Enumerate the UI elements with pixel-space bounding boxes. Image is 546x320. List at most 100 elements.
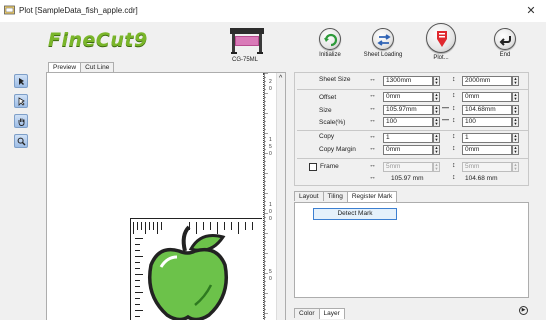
title-bar: Plot [SampleData_fish_apple.cdr] ✕ <box>0 0 546 22</box>
vertical-ruler: 2 0 1 5 0 1 0 0 5 0 <box>264 73 276 320</box>
register-tick <box>135 268 140 269</box>
return-arrow-icon <box>494 28 516 50</box>
sheet-loading-label: Sheet Loading <box>363 52 403 58</box>
register-tick <box>135 250 140 251</box>
register-tick <box>135 262 140 263</box>
sheet-size-label: Sheet Size <box>319 76 351 83</box>
horizontal-arrow-icon: ↔ <box>369 133 376 140</box>
register-tick <box>133 222 134 234</box>
vertical-arrow-icon: ↕ <box>452 133 456 140</box>
detect-mark-button[interactable]: Detect Mark <box>313 208 397 220</box>
vertical-scrollbar[interactable]: ^ <box>276 73 285 320</box>
tab-color[interactable]: Color <box>294 308 320 318</box>
plot-button[interactable]: Plot... <box>410 23 472 61</box>
next-arrow-icon[interactable]: ▶ <box>519 306 528 315</box>
link-dash-icon[interactable]: — <box>442 105 449 112</box>
vertical-arrow-icon: ↕ <box>452 145 456 152</box>
node-select-tool[interactable] <box>14 94 28 108</box>
cutting-plotter-icon <box>230 28 264 54</box>
offset-x-spinner[interactable]: ▲ ▼ <box>433 92 440 102</box>
size-x-field[interactable]: 105.97mm <box>383 105 433 115</box>
frame-checkbox[interactable] <box>309 163 317 171</box>
frame-y-field: 5mm <box>462 162 512 172</box>
end-label: End <box>499 52 511 58</box>
frame-total-height: 104.68 mm <box>465 175 498 182</box>
tab-cut-line[interactable]: Cut Line <box>80 62 115 72</box>
register-mark-panel: Detect Mark <box>294 202 529 298</box>
offset-y-spinner[interactable]: ▲ ▼ <box>512 92 519 102</box>
frame-y-spinner: ▲ ▼ <box>512 162 519 172</box>
finecut-logo: FineCut9 <box>48 29 148 51</box>
size-y-spinner[interactable]: ▲ ▼ <box>512 105 519 115</box>
settings-panel: Sheet Size ↔ 1300mm ▲ ▼ ↕ 2000mm ▲ ▼ Offse… <box>294 72 529 186</box>
copy-y-spinner[interactable]: ▲ ▼ <box>512 133 519 143</box>
node-pointer-icon <box>18 97 25 106</box>
select-arrow-tool[interactable] <box>14 74 28 88</box>
register-tick <box>135 286 140 287</box>
sheet-width-spinner[interactable]: ▲ ▼ <box>433 76 440 86</box>
tab-layout[interactable]: Layout <box>294 191 324 201</box>
copy-margin-x-spinner[interactable]: ▲ ▼ <box>433 145 440 155</box>
register-tick <box>231 222 232 230</box>
register-tick <box>135 280 140 281</box>
register-tick <box>137 222 138 230</box>
register-tick <box>141 222 142 230</box>
svg-text:0: 0 <box>269 209 272 215</box>
copy-x-spinner[interactable]: ▲ ▼ <box>433 133 440 143</box>
svg-text:0: 0 <box>269 86 272 92</box>
vertical-arrow-icon: ↕ <box>452 162 456 169</box>
link-dash-icon[interactable]: — <box>442 117 449 124</box>
register-tick <box>135 298 140 299</box>
sheet-loading-button[interactable]: Sheet Loading <box>352 28 414 58</box>
zoom-tool[interactable] <box>14 134 28 148</box>
register-tick <box>245 222 246 230</box>
magnifier-icon <box>17 137 26 146</box>
sheet-height-spinner[interactable]: ▲ ▼ <box>512 76 519 86</box>
register-tick <box>135 316 140 317</box>
app-icon <box>4 5 15 15</box>
separator <box>297 89 528 90</box>
register-tick <box>238 222 239 234</box>
horizontal-arrow-icon: ↔ <box>369 162 376 169</box>
preview-canvas[interactable]: 2 0 1 5 0 1 0 0 5 0 ^ <box>46 72 286 320</box>
scale-y-spinner[interactable]: ▲ ▼ <box>512 117 519 127</box>
vertical-arrow-icon: ↕ <box>452 76 456 83</box>
copy-x-field[interactable]: 1 <box>383 133 433 143</box>
tab-layer[interactable]: Layer <box>318 308 345 319</box>
end-button[interactable]: End <box>474 28 536 58</box>
register-tick <box>135 256 143 257</box>
register-tick <box>135 274 143 275</box>
scale-x-field[interactable]: 100 <box>383 117 433 127</box>
copy-margin-label: Copy Margin <box>319 146 356 153</box>
offset-x-field[interactable]: 0mm <box>383 92 433 102</box>
sheet-width-field[interactable]: 1300mm <box>383 76 433 86</box>
size-y-field[interactable]: 104.68mm <box>462 105 512 115</box>
vertical-arrow-icon: ↕ <box>452 105 456 112</box>
offset-label: Offset <box>319 94 337 101</box>
apple-artwork <box>148 225 228 320</box>
window-title: Plot [SampleData_fish_apple.cdr] <box>19 6 138 15</box>
copy-margin-y-spinner[interactable]: ▲ ▼ <box>512 145 519 155</box>
tab-tiling[interactable]: Tiling <box>322 191 348 201</box>
size-label: Size <box>319 107 332 114</box>
separator <box>297 158 528 159</box>
layout-tab-strip: Layout Tiling Register Mark <box>294 190 398 202</box>
sheet-height-field[interactable]: 2000mm <box>462 76 512 86</box>
separator <box>297 130 528 131</box>
side-toolbar <box>14 74 30 154</box>
copy-margin-x-field[interactable]: 0mm <box>383 145 433 155</box>
vertical-arrow-icon: ↕ <box>452 174 456 181</box>
close-icon[interactable]: ✕ <box>524 4 538 18</box>
copy-y-field[interactable]: 1 <box>462 133 512 143</box>
svg-text:2: 2 <box>269 79 272 85</box>
tab-register-mark[interactable]: Register Mark <box>346 191 398 202</box>
hand-icon <box>18 118 25 126</box>
hand-tool[interactable] <box>14 114 28 128</box>
scale-x-spinner[interactable]: ▲ ▼ <box>433 117 440 127</box>
scale-y-field[interactable]: 100 <box>462 117 512 127</box>
offset-y-field[interactable]: 0mm <box>462 92 512 102</box>
scroll-up-icon[interactable]: ^ <box>279 75 282 82</box>
horizontal-arrow-icon: ↔ <box>369 117 376 124</box>
copy-margin-y-field[interactable]: 0mm <box>462 145 512 155</box>
size-x-spinner[interactable]: ▲ ▼ <box>433 105 440 115</box>
